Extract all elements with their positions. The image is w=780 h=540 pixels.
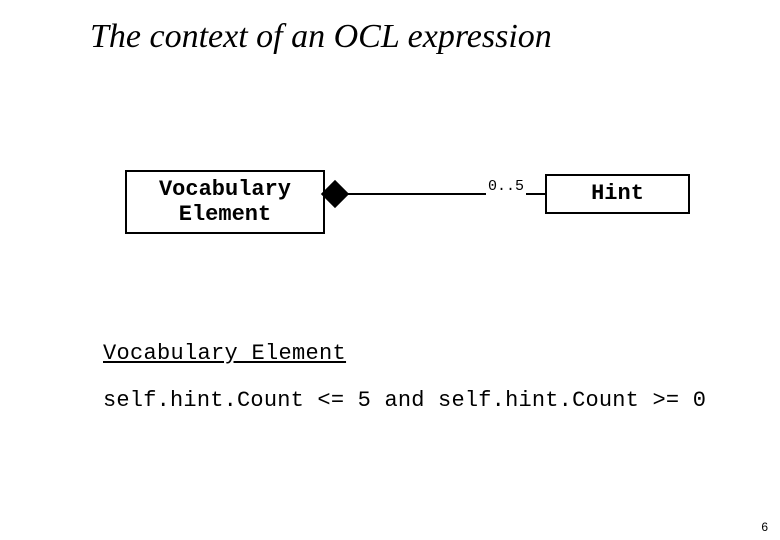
slide-title: The context of an OCL expression [90, 18, 552, 56]
page-number: 6 [761, 520, 768, 534]
class-box-label: Vocabulary Element [159, 177, 291, 228]
ocl-constraint: self.hint.Count <= 5 and self.hint.Count… [103, 388, 706, 413]
ocl-context: Vocabulary Element [103, 341, 346, 366]
uml-diagram: Vocabulary Element 0..5 Hint [125, 160, 685, 240]
class-box-label: Hint [591, 181, 644, 206]
class-box-hint: Hint [545, 174, 690, 214]
class-box-vocabulary-element: Vocabulary Element [125, 170, 325, 234]
multiplicity-label: 0..5 [486, 178, 526, 195]
